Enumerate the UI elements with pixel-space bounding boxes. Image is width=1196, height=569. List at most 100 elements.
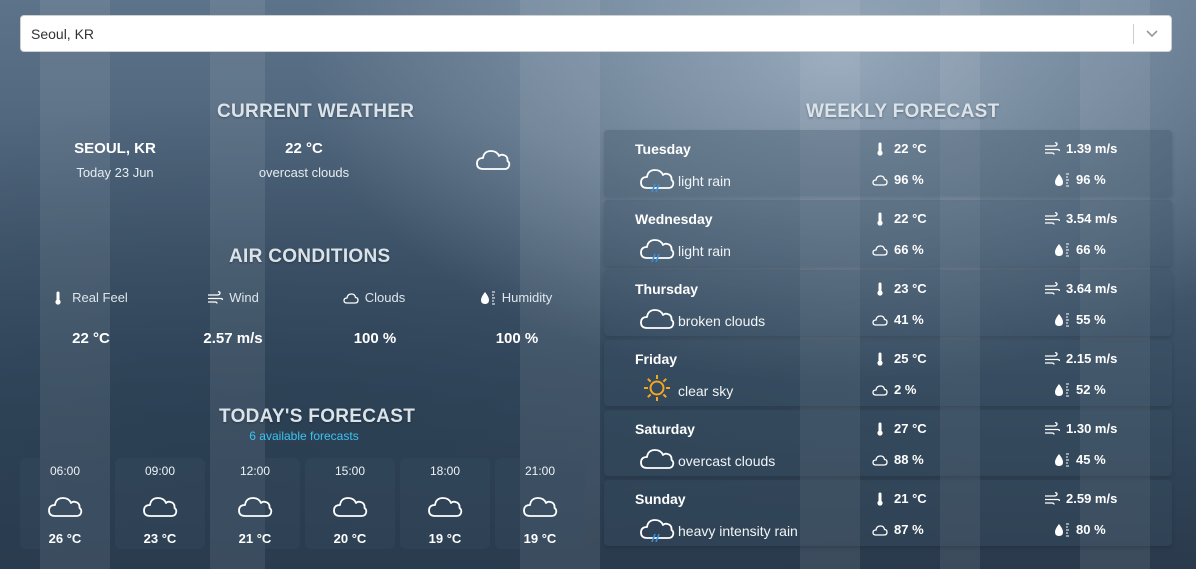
forecast-temperature: 25 °C	[872, 351, 927, 366]
forecast-description: light rain	[678, 173, 731, 189]
hourly-time: 09:00	[144, 464, 176, 478]
thermometer-icon	[55, 291, 61, 305]
forecast-clouds-value: 96 %	[894, 172, 924, 187]
forecast-clouds: 66 %	[872, 242, 924, 257]
wind-icon	[1045, 281, 1060, 295]
air-condition-label: Clouds	[364, 290, 406, 305]
wind-icon	[1045, 211, 1060, 225]
rain-cloud-icon	[640, 239, 675, 262]
forecast-day: Tuesday	[635, 141, 691, 157]
humidity-icon	[1055, 453, 1069, 466]
forecast-day: Friday	[635, 351, 678, 367]
hourly-time: 06:00	[49, 464, 81, 478]
cloud-icon	[872, 244, 888, 256]
weekly-forecast-row: Sunday heavy intensity rain 21 °C 87 % 2…	[604, 480, 1172, 546]
forecast-description: light rain	[678, 243, 731, 259]
forecast-wind-value: 3.54 m/s	[1066, 211, 1118, 226]
weekly-forecast-row: Tuesday light rain 22 °C 96 % 1.39 m/s 9…	[604, 130, 1172, 196]
air-condition-humidity: Humidity	[456, 290, 576, 310]
hourly-temperature: 19 °C	[523, 531, 557, 546]
air-condition-wind: Wind	[173, 290, 293, 310]
forecast-wind: 1.39 m/s	[1044, 141, 1117, 156]
hourly-time: 15:00	[334, 464, 366, 478]
forecast-humidity: 55 %	[1054, 312, 1106, 327]
forecast-wind-value: 1.39 m/s	[1066, 141, 1118, 156]
forecast-day: Sunday	[635, 491, 686, 507]
forecast-temperature: 27 °C	[872, 421, 927, 436]
air-condition-value: 2.57 m/s	[203, 330, 263, 347]
forecast-day: Saturday	[635, 421, 695, 437]
cloud-icon	[333, 497, 368, 517]
humidity-icon	[1055, 313, 1069, 326]
hourly-time: 12:00	[239, 464, 271, 478]
forecast-wind-value: 2.59 m/s	[1066, 491, 1118, 506]
forecast-temperature-value: 21 °C	[894, 491, 927, 506]
city-search-select[interactable]: Seoul, KR	[20, 15, 1172, 52]
weekly-forecast-row: Wednesday light rain 22 °C 66 % 3.54 m/s…	[604, 200, 1172, 266]
forecast-humidity-value: 96 %	[1076, 172, 1106, 187]
forecast-wind-value: 3.64 m/s	[1066, 281, 1118, 296]
weekly-forecast-row: Friday clear sky 25 °C 2 % 2.15 m/s 52 %	[604, 340, 1172, 406]
forecast-wind: 2.15 m/s	[1044, 351, 1117, 366]
humidity-icon	[1055, 173, 1069, 186]
thermometer-icon	[877, 142, 883, 156]
forecast-clouds: 88 %	[872, 452, 924, 467]
thermometer-icon	[877, 352, 883, 366]
current-description: overcast clouds	[258, 165, 350, 180]
cloud-icon	[523, 497, 558, 517]
hourly-temperature: 19 °C	[428, 531, 462, 546]
cloud-icon	[640, 309, 675, 329]
chevron-down-icon[interactable]	[1145, 26, 1159, 40]
cloud-icon	[872, 524, 888, 536]
cloud-icon	[872, 314, 888, 326]
forecast-description: broken clouds	[678, 313, 766, 329]
weekly-forecast-row: Thursday broken clouds 23 °C 41 % 3.64 m…	[604, 270, 1172, 336]
hourly-temperature: 21 °C	[238, 531, 272, 546]
air-conditions-title: AIR CONDITIONS	[229, 246, 391, 267]
forecast-temperature: 22 °C	[872, 141, 927, 156]
todays-forecast-title: TODAY'S FORECAST	[219, 406, 416, 427]
thermometer-icon	[877, 492, 883, 506]
forecast-clouds: 87 %	[872, 522, 924, 537]
wind-icon	[1045, 421, 1060, 435]
forecast-temperature: 21 °C	[872, 491, 927, 506]
cloud-icon	[872, 174, 888, 186]
forecast-wind: 3.64 m/s	[1044, 281, 1117, 296]
current-city: SEOUL, KR	[74, 140, 156, 157]
forecast-humidity: 80 %	[1054, 522, 1106, 537]
cloud-icon	[48, 497, 83, 517]
forecast-temperature-value: 22 °C	[894, 141, 927, 156]
forecast-clouds-value: 41 %	[894, 312, 924, 327]
forecast-temperature: 22 °C	[872, 211, 927, 226]
humidity-icon	[1055, 243, 1069, 256]
forecast-temperature: 23 °C	[872, 281, 927, 296]
available-forecasts-count: 6 available forecasts	[249, 429, 359, 443]
forecast-humidity: 96 %	[1054, 172, 1106, 187]
wind-icon	[1045, 141, 1060, 155]
forecast-clouds-value: 66 %	[894, 242, 924, 257]
forecast-temperature-value: 27 °C	[894, 421, 927, 436]
cloud-icon	[428, 497, 463, 517]
forecast-humidity: 66 %	[1054, 242, 1106, 257]
forecast-clouds-value: 88 %	[894, 452, 924, 467]
hourly-forecast-card: 21:00 19 °C	[495, 458, 585, 549]
forecast-temperature-value: 22 °C	[894, 211, 927, 226]
hourly-time: 18:00	[429, 464, 461, 478]
forecast-day: Thursday	[635, 281, 699, 297]
air-condition-value: 100 %	[495, 330, 539, 347]
city-search-value: Seoul, KR	[31, 26, 95, 42]
cloud-icon	[640, 449, 675, 469]
air-condition-label: Wind	[229, 290, 259, 305]
forecast-description: overcast clouds	[678, 453, 776, 469]
hourly-forecast-card: 12:00 21 °C	[210, 458, 300, 549]
forecast-humidity-value: 80 %	[1076, 522, 1106, 537]
air-condition-real-feel: Real Feel	[29, 290, 149, 310]
forecast-clouds: 96 %	[872, 172, 924, 187]
forecast-wind-value: 1.30 m/s	[1066, 421, 1118, 436]
weekly-forecast-row: Saturday overcast clouds 27 °C 88 % 1.30…	[604, 410, 1172, 476]
wind-icon	[1045, 491, 1060, 505]
current-temperature: 22 °C	[285, 140, 323, 157]
forecast-humidity-value: 52 %	[1076, 382, 1106, 397]
current-weather-title: CURRENT WEATHER	[217, 101, 415, 122]
air-condition-clouds: Clouds	[314, 290, 434, 310]
